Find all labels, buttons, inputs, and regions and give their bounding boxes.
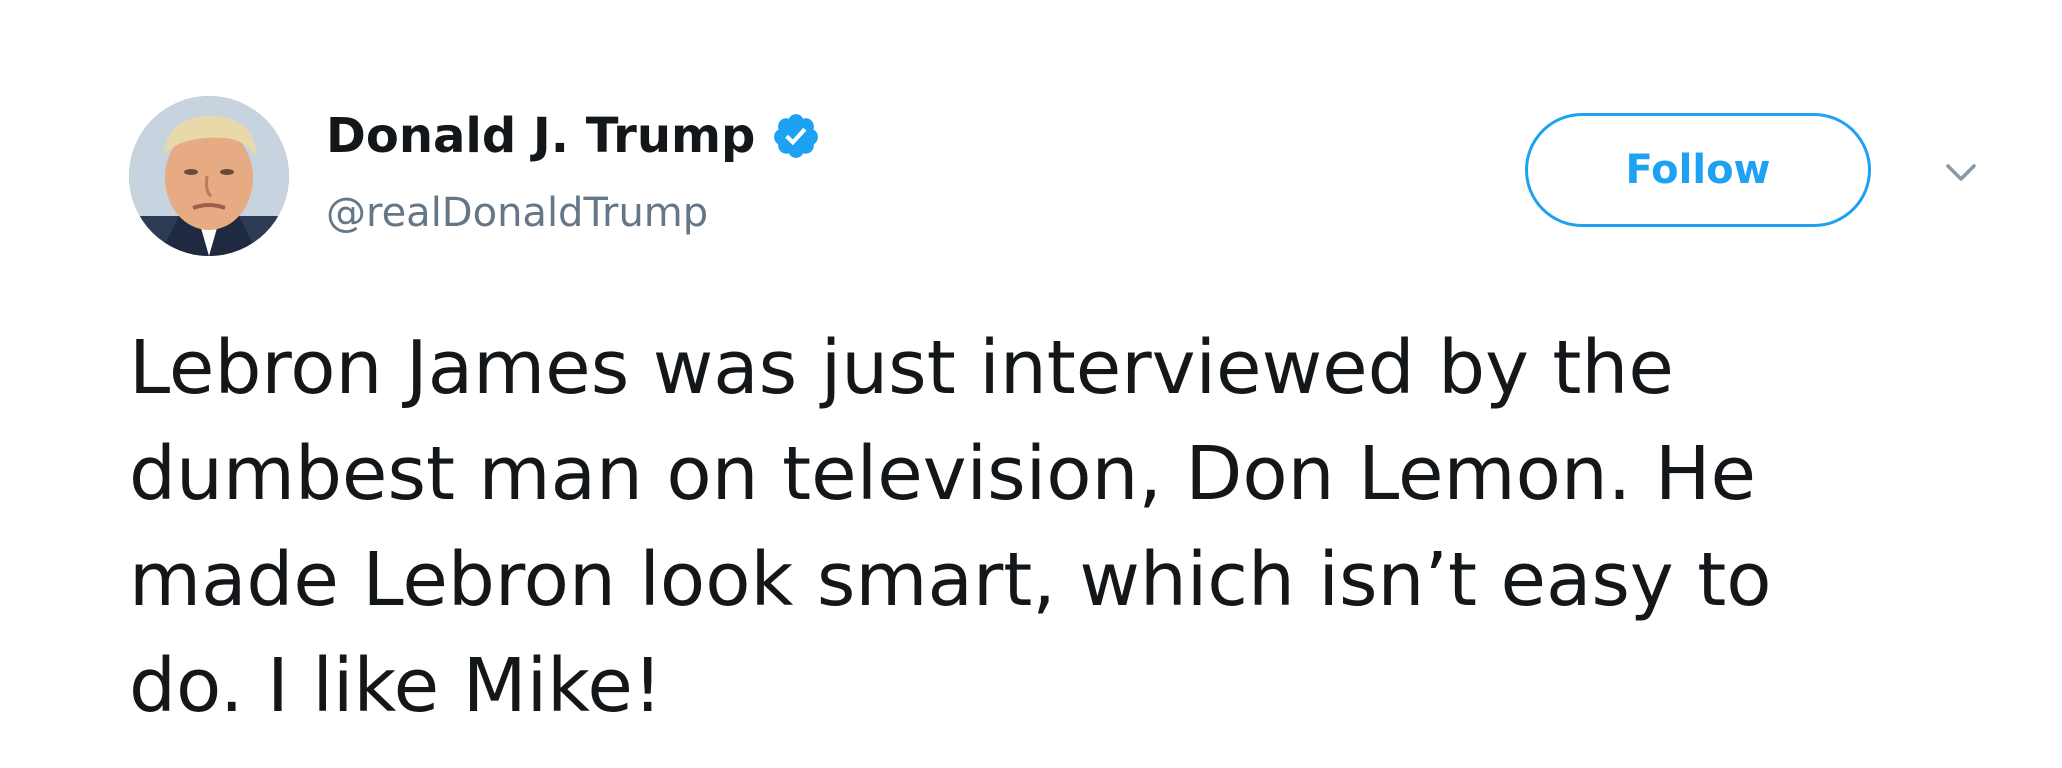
avatar[interactable] — [129, 96, 289, 256]
tweet-text-line: made Lebron look smart, which isn’t easy… — [129, 537, 1772, 623]
chevron-down-icon[interactable] — [1944, 160, 1978, 184]
follow-button-label: Follow — [1625, 147, 1771, 193]
tweet-text-line: do. I like Mike! — [129, 643, 663, 729]
tweet-text-line: dumbest man on television, Don Lemon. He — [129, 431, 1757, 517]
tweet-text: Lebron James was just interviewed by the… — [129, 315, 1989, 739]
tweet-card: Donald J. Trump @realDonaldTrump Follow … — [0, 0, 2062, 768]
author-display-name-row[interactable]: Donald J. Trump — [326, 106, 821, 166]
tweet-text-line: Lebron James was just interviewed by the — [129, 325, 1674, 411]
follow-button[interactable]: Follow — [1525, 113, 1871, 227]
verified-badge-icon — [774, 114, 819, 158]
avatar-image — [129, 96, 289, 256]
author-display-name[interactable]: Donald J. Trump — [326, 106, 755, 166]
author-handle[interactable]: @realDonaldTrump — [326, 188, 708, 238]
